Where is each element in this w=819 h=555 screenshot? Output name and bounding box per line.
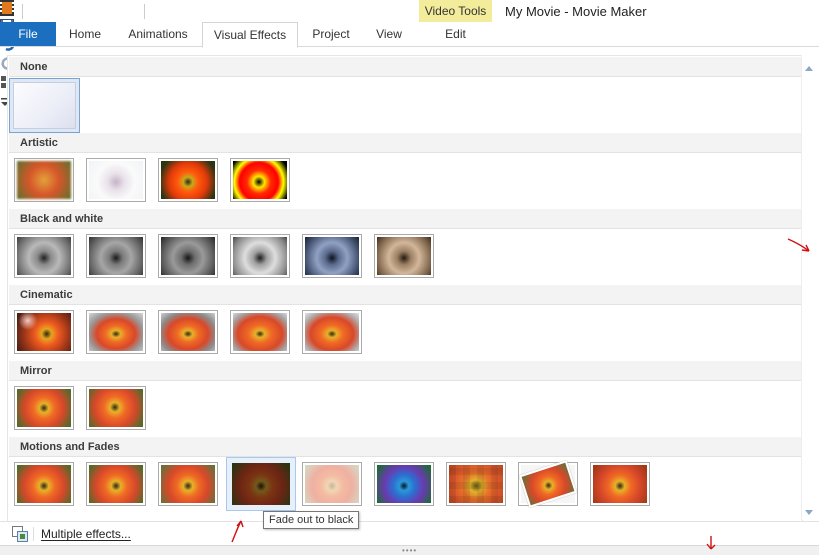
tab-file[interactable]: File (0, 22, 56, 46)
grip-dots: •••• (402, 546, 418, 555)
footer-separator (33, 527, 34, 541)
gallery-footer: Multiple effects... (0, 521, 819, 546)
effect-tooltip: Fade out to black (263, 511, 360, 529)
tab-project[interactable]: Project (303, 22, 359, 46)
section-header-black-and-white: Black and white (9, 209, 801, 229)
effect-motion-thumbnail[interactable] (86, 462, 146, 506)
tab-edit[interactable]: Edit (420, 22, 491, 46)
section-header-none: None (9, 57, 801, 77)
effect-black-and-white-thumbnail[interactable] (302, 234, 362, 278)
effect-motion-thumbnail[interactable] (518, 460, 578, 508)
qat-separator (22, 4, 23, 19)
section-header-cinematic: Cinematic (9, 285, 801, 305)
effect-cinematic-thumbnail[interactable] (14, 310, 74, 354)
section-header-mirror: Mirror (9, 361, 801, 381)
window-title: My Movie - Movie Maker (505, 4, 647, 19)
effect-artistic-thumbnail[interactable] (158, 158, 218, 202)
effect-black-and-white-thumbnail[interactable] (374, 234, 434, 278)
effect-artistic-thumbnail[interactable] (14, 158, 74, 202)
effect-pixelate-thumbnail[interactable] (446, 462, 506, 506)
effect-black-and-white-thumbnail[interactable] (230, 234, 290, 278)
gallery-scrollbar[interactable] (801, 55, 816, 520)
video-tools-group-label: Video Tools (419, 0, 492, 22)
annotation-arrow-icon (787, 238, 810, 252)
effect-motion-thumbnail[interactable] (590, 462, 650, 506)
effect-motion-thumbnail[interactable] (14, 462, 74, 506)
effect-fade-thumbnail[interactable] (374, 462, 434, 506)
effect-cinematic-thumbnail[interactable] (86, 310, 146, 354)
effect-mirror-thumbnail[interactable] (14, 386, 74, 430)
effect-none-thumbnail[interactable] (9, 78, 80, 133)
annotation-arrow-icon (231, 520, 244, 543)
section-header-motions-and-fades: Motions and Fades (9, 437, 801, 457)
qat-separator (144, 4, 145, 19)
effect-fade-out-to-black-thumbnail[interactable] (226, 457, 296, 511)
section-header-artistic: Artistic (9, 133, 801, 153)
tab-view[interactable]: View (365, 22, 413, 46)
effect-fade-thumbnail[interactable] (302, 462, 362, 506)
ribbon-tabs: File Home Animations Visual Effects Proj… (0, 22, 819, 48)
effect-black-and-white-thumbnail[interactable] (86, 234, 146, 278)
effect-mirror-thumbnail[interactable] (86, 386, 146, 430)
title-bar: Video Tools My Movie - Movie Maker (0, 0, 819, 106)
tab-visual-effects[interactable]: Visual Effects (202, 22, 298, 48)
tab-animations[interactable]: Animations (118, 22, 198, 46)
effects-gallery: None Artistic Black and white Cinematic … (7, 55, 803, 522)
effect-cinematic-thumbnail[interactable] (302, 310, 362, 354)
scroll-up-arrow-icon[interactable] (804, 61, 814, 75)
movie-maker-app-icon[interactable] (0, 0, 819, 19)
effect-cinematic-thumbnail[interactable] (230, 310, 290, 354)
tab-home[interactable]: Home (60, 22, 110, 46)
effect-artistic-thumbnail[interactable] (230, 158, 290, 202)
effect-black-and-white-thumbnail[interactable] (14, 234, 74, 278)
effect-artistic-thumbnail[interactable] (86, 158, 146, 202)
multiple-effects-button[interactable]: Multiple effects... (41, 527, 131, 541)
scroll-down-arrow-icon[interactable] (804, 506, 814, 520)
effect-motion-thumbnail[interactable] (158, 462, 218, 506)
multiple-effects-icon (12, 526, 28, 545)
effect-black-and-white-thumbnail[interactable] (158, 234, 218, 278)
annotation-arrow-icon (706, 536, 716, 550)
effect-cinematic-thumbnail[interactable] (158, 310, 218, 354)
